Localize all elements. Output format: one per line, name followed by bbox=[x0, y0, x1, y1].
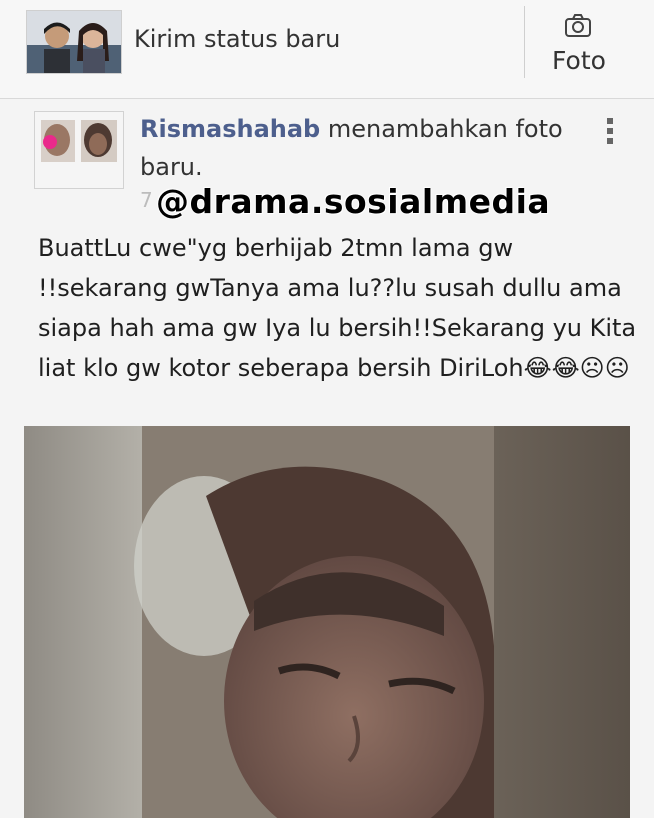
author-photo-illustration bbox=[35, 112, 123, 188]
screenshot-frame: Kirim status baru Foto Rismashahab menam… bbox=[0, 0, 654, 818]
profile-photo-illustration bbox=[27, 11, 121, 73]
photo-button-label: Foto bbox=[552, 46, 606, 75]
camera-icon bbox=[565, 14, 591, 37]
post-photo-image bbox=[24, 426, 630, 818]
post-author-name[interactable]: Rismashahab bbox=[140, 115, 320, 143]
profile-avatar[interactable] bbox=[26, 10, 122, 74]
more-vertical-icon[interactable] bbox=[604, 118, 616, 150]
new-status-input[interactable]: Kirim status baru bbox=[134, 25, 340, 53]
post-header: Rismashahab menambahkan foto baru. 7 @dr… bbox=[0, 98, 654, 226]
post-photo[interactable] bbox=[24, 426, 630, 818]
composer-divider bbox=[524, 6, 525, 78]
status-composer: Kirim status baru Foto bbox=[0, 0, 654, 99]
post-body-text: BuattLu cwe"yg berhijab 2tmn lama gw !!s… bbox=[38, 234, 637, 382]
photo-button[interactable]: Foto bbox=[532, 6, 644, 82]
post-meta: 7 bbox=[140, 188, 153, 212]
post-author-avatar[interactable] bbox=[34, 111, 124, 189]
post-title: Rismashahab menambahkan foto baru. bbox=[140, 110, 580, 186]
watermark: @drama.sosialmedia bbox=[156, 182, 551, 221]
